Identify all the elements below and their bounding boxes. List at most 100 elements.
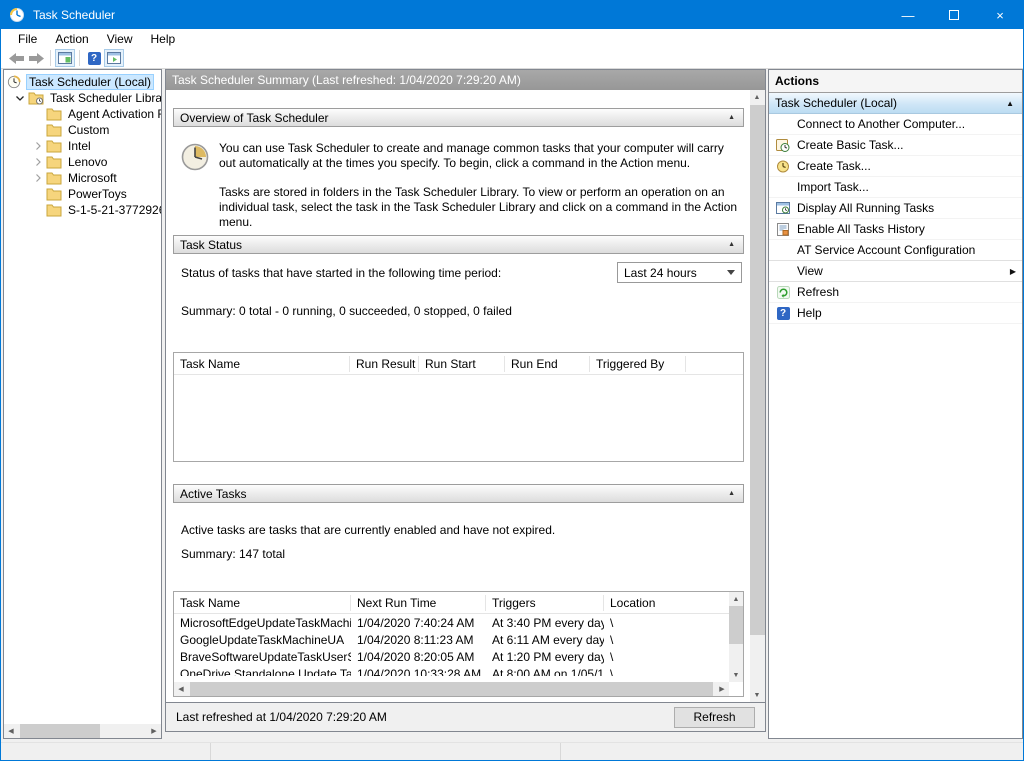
column-header[interactable]: Task Name [174,356,350,372]
close-button[interactable]: × [977,1,1023,29]
active-tasks-horizontal-scrollbar[interactable]: ◀ ▶ [174,682,729,696]
menu-action[interactable]: Action [46,29,97,48]
scroll-up-icon[interactable]: ▲ [729,592,743,606]
scrollbar-thumb[interactable] [20,724,100,738]
show-console-tree-button[interactable] [55,49,75,67]
running-tasks-icon [775,201,791,215]
table-row[interactable]: GoogleUpdateTaskMachineUA1/04/2020 8:11:… [174,631,729,648]
chevron-right-icon[interactable] [30,174,46,182]
minimize-button[interactable]: — [885,1,931,29]
tree-item-task-scheduler-library[interactable]: Task Scheduler Library [4,90,161,106]
actions-pane-title: Actions [769,70,1022,93]
overview-section-header[interactable]: Overview of Task Scheduler ▲ [173,108,744,127]
time-period-value: Last 24 hours [624,266,697,280]
menu-view[interactable]: View [98,29,142,48]
forward-button[interactable] [26,49,46,67]
action-view[interactable]: View ▶ [769,261,1022,282]
period-label: Status of tasks that have started in the… [173,266,501,280]
column-header[interactable]: Location [604,595,729,611]
table-cell: BraveSoftwareUpdateTaskUserS-1-... [174,650,351,664]
overview-body: You can use Task Scheduler to create and… [173,127,744,235]
time-period-dropdown[interactable]: Last 24 hours [617,262,742,283]
show-action-pane-button[interactable] [104,49,124,67]
help-button[interactable]: ? [84,49,104,67]
scroll-right-icon[interactable]: ▶ [147,724,161,738]
menu-file[interactable]: File [9,29,46,48]
table-row[interactable]: MicrosoftEdgeUpdateTaskMachine...1/04/20… [174,614,729,631]
action-help[interactable]: ? Help [769,303,1022,324]
menu-help[interactable]: Help [142,29,185,48]
column-header[interactable]: Run Start [419,356,505,372]
task-status-body: Status of tasks that have started in the… [173,254,744,484]
history-icon [775,222,791,236]
toolbar: ? [1,48,1023,69]
collapse-icon[interactable]: ▲ [728,114,735,121]
scroll-down-icon[interactable]: ▼ [750,688,764,702]
column-header[interactable]: Next Run Time [351,595,486,611]
folder-icon [46,123,62,137]
column-header[interactable]: Triggers [486,595,604,611]
scrollbar-thumb[interactable] [729,606,743,644]
chevron-right-icon[interactable] [30,158,46,166]
action-connect-to-another-computer[interactable]: Connect to Another Computer... [769,114,1022,135]
folder-clock-icon [28,91,44,105]
table-row[interactable]: BraveSoftwareUpdateTaskUserS-1-...1/04/2… [174,648,729,665]
window-title: Task Scheduler [33,8,115,22]
tree-item-agent-activation[interactable]: Agent Activation Runt [4,106,161,122]
table-row[interactable]: OneDrive Standalone Update Task-...1/04/… [174,665,729,676]
action-display-all-running-tasks[interactable]: Display All Running Tasks [769,198,1022,219]
action-create-task[interactable]: Create Task... [769,156,1022,177]
create-basic-task-icon [775,138,791,152]
folder-icon [46,187,62,201]
tree-horizontal-scrollbar[interactable]: ◀ ▶ [4,724,161,738]
collapse-icon[interactable]: ▲ [728,241,735,248]
scrollbar-thumb[interactable] [190,682,713,696]
column-header[interactable]: Triggered By [590,356,686,372]
back-button[interactable] [6,49,26,67]
action-enable-all-tasks-history[interactable]: Enable All Tasks History [769,219,1022,240]
last-refreshed-text: Last refreshed at 1/04/2020 7:29:20 AM [176,710,387,724]
action-create-basic-task[interactable]: Create Basic Task... [769,135,1022,156]
task-status-section-header[interactable]: Task Status ▲ [173,235,744,254]
tree-item-task-scheduler-local[interactable]: Task Scheduler (Local) [4,74,161,90]
collapse-icon[interactable]: ▲ [1006,99,1014,108]
status-bar [1,742,1023,760]
tree-item-sid-folder[interactable]: S-1-5-21-3772926790- [4,202,161,218]
tree-item-label: Custom [66,123,111,137]
tree-item-label: S-1-5-21-3772926790- [66,203,161,217]
tree-item-microsoft[interactable]: Microsoft [4,170,161,186]
action-refresh[interactable]: Refresh [769,282,1022,303]
tree-item-intel[interactable]: Intel [4,138,161,154]
actions-group-header[interactable]: Task Scheduler (Local) ▲ [769,93,1022,114]
show-console-tree-icon [58,52,72,64]
maximize-button[interactable] [931,1,977,29]
active-tasks-vertical-scrollbar[interactable]: ▲ ▼ [729,592,743,682]
action-at-service-account-configuration[interactable]: AT Service Account Configuration [769,240,1022,261]
active-tasks-title: Active Tasks [180,487,246,501]
scroll-down-icon[interactable]: ▼ [729,668,743,682]
table-cell: 1/04/2020 10:33:28 AM [351,667,486,677]
active-tasks-section-header[interactable]: Active Tasks ▲ [173,484,744,503]
tree-item-lenovo[interactable]: Lenovo [4,154,161,170]
collapse-icon[interactable]: ▲ [728,490,735,497]
table-cell: At 3:40 PM every day - A... [486,616,604,630]
scroll-up-icon[interactable]: ▲ [750,90,764,104]
scroll-left-icon[interactable]: ◀ [174,682,188,696]
tree-item-custom[interactable]: Custom [4,122,161,138]
column-header[interactable]: Task Name [174,595,351,611]
action-import-task[interactable]: Import Task... [769,177,1022,198]
scroll-left-icon[interactable]: ◀ [4,724,18,738]
column-header[interactable]: Run Result [350,356,419,372]
task-status-empty-area [174,375,743,461]
tree-item-powertoys[interactable]: PowerToys [4,186,161,202]
chevron-right-icon[interactable] [30,142,46,150]
column-header[interactable]: Run End [505,356,590,372]
table-cell: 1/04/2020 8:20:05 AM [351,650,486,664]
chevron-down-icon[interactable] [12,96,28,101]
overview-paragraph-1: You can use Task Scheduler to create and… [219,141,738,171]
refresh-button[interactable]: Refresh [674,707,755,728]
scrollbar-thumb[interactable] [750,105,765,635]
scroll-right-icon[interactable]: ▶ [715,682,729,696]
summary-vertical-scrollbar[interactable]: ▲ ▼ [750,90,765,702]
menu-bar: File Action View Help [1,29,1023,48]
